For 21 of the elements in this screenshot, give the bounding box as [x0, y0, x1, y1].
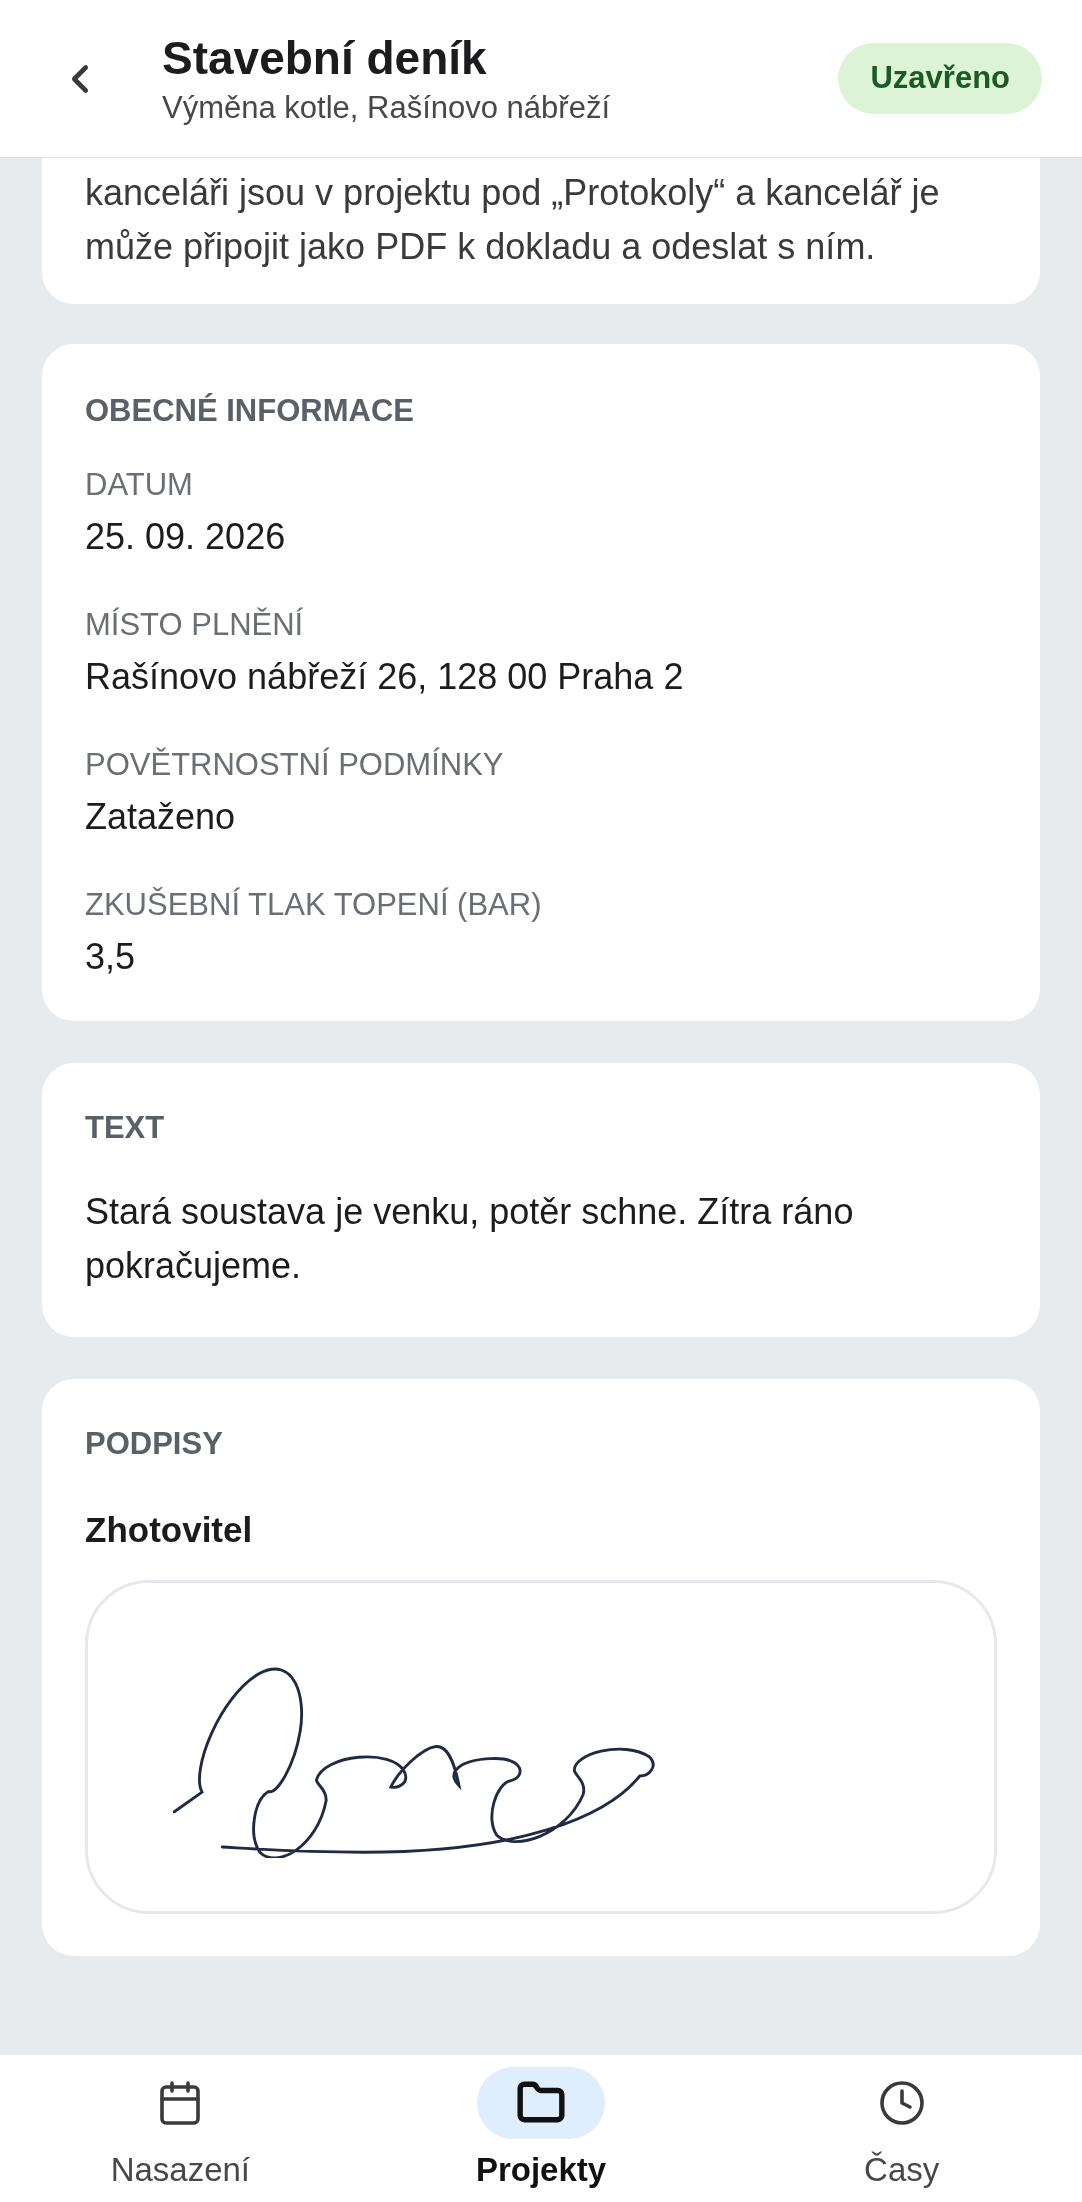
text-body: Stará soustava je venku, potěr schne. Zítra ráno pokračujeme. — [85, 1190, 855, 1288]
clock-icon — [877, 2079, 926, 2127]
signer-role: Zhotovitel — [85, 1508, 254, 1551]
page-subtitle: Výměna kotle, Rašínovo nábřeží — [162, 88, 612, 127]
field-label: ZKUŠEBNÍ TLAK TOPENÍ (BAR) — [85, 885, 543, 924]
field-label: DATUM — [85, 465, 194, 504]
field-value: Zataženo — [85, 794, 237, 839]
note-text: kanceláři jsou v projektu pod „Protokoly“ a kancelář je může připojit jako PDF k dokladu a odeslat s ním. — [85, 171, 941, 269]
nav-tab[interactable]: Časy — [721, 2055, 1082, 2202]
field-label: POVĚTRNOSTNÍ PODMÍNKY — [85, 745, 505, 784]
page-title: Stavební deník — [162, 30, 488, 86]
field-value: 25. 09. 2026 — [85, 514, 287, 559]
field-value: 3,5 — [85, 934, 137, 979]
section-heading: OBECNÉ INFORMACE — [85, 392, 415, 430]
field-label: MÍSTO PLNĚNÍ — [85, 605, 305, 644]
section-heading: TEXT — [85, 1108, 166, 1147]
status-badge: Uzavřeno — [838, 43, 1042, 114]
nav-tab[interactable]: Nasazení — [0, 2055, 361, 2202]
nav-tab[interactable]: Projekty — [360, 2055, 722, 2202]
field-value: Rašínovo nábřeží 26, 128 00 Praha 2 — [85, 654, 685, 699]
section-heading: PODPISY — [85, 1425, 224, 1463]
